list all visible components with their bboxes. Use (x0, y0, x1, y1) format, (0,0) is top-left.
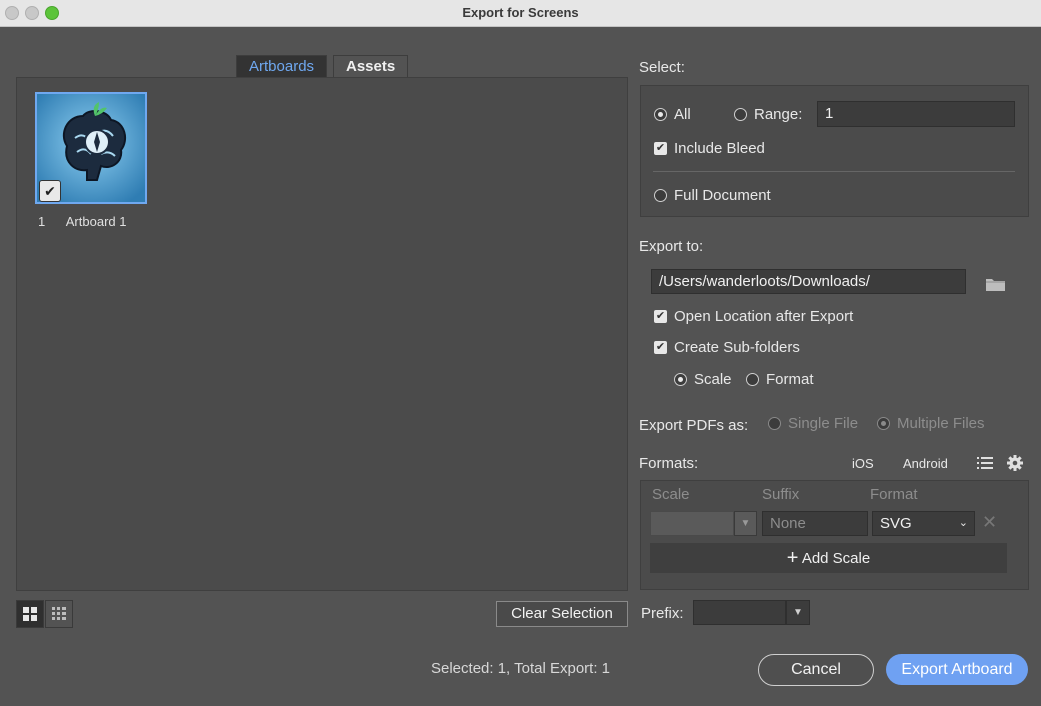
include-bleed-checkbox[interactable]: ✔ (654, 142, 667, 155)
artboard-name[interactable]: Artboard 1 (66, 214, 127, 229)
pdf-multiple-files-radio[interactable] (877, 417, 890, 430)
add-scale-label: Add Scale (801, 550, 871, 567)
grid-icon (23, 607, 37, 621)
ios-preset-button[interactable]: iOS (852, 456, 874, 471)
plus-icon: + (786, 547, 799, 569)
select-all-label: All (674, 106, 691, 123)
export-status-text: Selected: 1, Total Export: 1 (431, 660, 610, 677)
full-document-label: Full Document (674, 187, 771, 204)
list-icon (52, 607, 66, 620)
tab-assets[interactable]: Assets (333, 55, 409, 79)
prefix-dropdown-arrow-icon[interactable]: ▼ (786, 600, 810, 625)
export-to-heading: Export to: (639, 238, 704, 255)
list-view-button[interactable] (45, 600, 73, 628)
cancel-button[interactable]: Cancel (758, 654, 874, 686)
artboard-checkbox[interactable]: ✔ (39, 180, 61, 202)
subfolder-format-radio[interactable] (746, 373, 759, 386)
scale-dropdown-arrow-icon[interactable]: ▼ (734, 511, 757, 536)
format-value: SVG (880, 515, 912, 532)
clear-selection-button[interactable]: Clear Selection (496, 601, 628, 627)
open-location-label: Open Location after Export (674, 308, 854, 325)
android-preset-button[interactable]: Android (903, 456, 948, 471)
gear-icon[interactable] (1006, 454, 1024, 476)
suffix-input[interactable]: None (762, 511, 868, 536)
export-pdfs-heading: Export PDFs as: (639, 417, 749, 434)
create-subfolders-checkbox[interactable]: ✔ (654, 341, 667, 354)
pdf-single-file-label: Single File (788, 415, 859, 432)
col-scale-header: Scale (652, 486, 690, 503)
subfolder-scale-radio[interactable] (674, 373, 687, 386)
subfolder-scale-label: Scale (694, 371, 732, 388)
format-select[interactable]: SVG ⌄ (872, 511, 975, 536)
chevron-down-icon: ⌄ (958, 517, 968, 529)
window-title: Export for Screens (462, 5, 579, 20)
select-divider (653, 171, 1015, 172)
export-artboard-button[interactable]: Export Artboard (886, 654, 1028, 685)
remove-scale-icon[interactable]: ✕ (982, 512, 997, 533)
artboard-label: 1 Artboard 1 (38, 214, 126, 229)
folder-icon[interactable] (985, 276, 1006, 296)
select-heading: Select: (639, 59, 685, 76)
open-location-checkbox[interactable]: ✔ (654, 310, 667, 323)
pdf-single-file-radio[interactable] (768, 417, 781, 430)
prefix-input[interactable] (693, 600, 786, 625)
select-range-label: Range: (754, 106, 803, 123)
full-document-radio[interactable] (654, 189, 667, 202)
prefix-label: Prefix: (641, 605, 684, 622)
tab-artboards[interactable]: Artboards (236, 55, 328, 79)
export-path-input[interactable]: /Users/wanderloots/Downloads/ (651, 269, 966, 294)
col-format-header: Format (870, 486, 918, 503)
grid-view-button[interactable] (16, 600, 44, 628)
artboard-number: 1 (38, 214, 46, 229)
subfolder-format-label: Format (766, 371, 814, 388)
scale-select[interactable] (650, 511, 734, 536)
list-menu-icon[interactable] (976, 454, 994, 476)
select-all-radio[interactable] (654, 108, 667, 121)
select-range-radio[interactable] (734, 108, 747, 121)
add-scale-button[interactable]: + Add Scale (650, 543, 1007, 573)
pdf-multiple-files-label: Multiple Files (897, 415, 985, 432)
create-subfolders-label: Create Sub-folders (674, 339, 800, 356)
include-bleed-label: Include Bleed (674, 140, 765, 157)
col-suffix-header: Suffix (762, 486, 800, 503)
formats-heading: Formats: (639, 455, 699, 472)
range-input[interactable]: 1 (817, 101, 1015, 127)
